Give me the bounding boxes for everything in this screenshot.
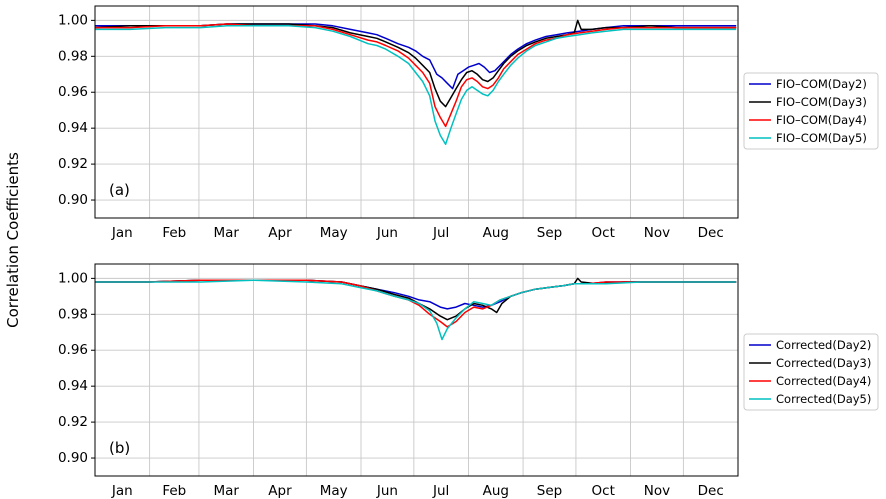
panel-label: (a) (109, 181, 130, 199)
series-line-day5 (95, 279, 737, 341)
y-tick-label: 0.96 (58, 84, 88, 100)
x-tick-label: Feb (162, 483, 186, 499)
legend-label: Corrected(Day4) (776, 374, 871, 388)
series-line-day3 (94, 19, 737, 108)
legend-label: FIO–COM(Day5) (776, 131, 867, 145)
legend-label: Corrected(Day5) (776, 392, 871, 406)
x-tick-label: Apr (268, 225, 292, 241)
series-line-day2 (95, 279, 737, 310)
x-tick-label: Jul (432, 225, 449, 241)
x-tick-label: Jan (111, 483, 133, 499)
x-tick-label: Mar (214, 225, 240, 241)
y-tick-label: 0.98 (58, 306, 88, 322)
legend-label: FIO–COM(Day3) (776, 95, 867, 109)
x-tick-label: Dec (698, 483, 724, 499)
figure: Correlation Coefficients 0.900.920.940.9… (4, 5, 879, 499)
y-tick-label: 0.98 (58, 48, 88, 64)
y-tick-label: 0.96 (58, 342, 88, 358)
y-tick-label: 0.90 (58, 450, 88, 466)
series-line-day4 (95, 23, 737, 128)
x-tick-label: Aug (483, 225, 509, 241)
y-tick-label: 0.94 (58, 378, 88, 394)
panel-b: 0.90 0.92 0.94 0.96 0.98 1.00 Jan Feb Mar Apr May J… (58, 263, 879, 499)
x-tick-label: May (320, 483, 348, 499)
x-tick-label: Jun (376, 483, 398, 499)
legend-label: FIO–COM(Day4) (776, 113, 867, 127)
x-tick-label: May (320, 225, 348, 241)
x-tick-label: Sep (537, 225, 562, 241)
series-line-day4 (95, 279, 737, 328)
x-tick-label: Dec (698, 225, 724, 241)
x-tick-label: Jun (376, 225, 398, 241)
y-tick-label: 0.94 (58, 120, 88, 136)
x-tick-label: Feb (162, 225, 186, 241)
panel-label: (b) (109, 439, 130, 457)
x-tick-label: Aug (483, 483, 509, 499)
legend-label: Corrected(Day2) (776, 338, 871, 352)
legend-label: Corrected(Day3) (776, 356, 871, 370)
y-tick-label: 1.00 (58, 12, 88, 28)
plot-frame (94, 263, 739, 477)
panel-a: 0.90 0.92 0.94 0.96 0.98 1.00 Jan Feb Mar Apr May J… (58, 5, 879, 241)
y-tick-label: 1.00 (58, 270, 88, 286)
y-axis-label: Correlation Coefficients (4, 152, 22, 328)
legend: Corrected(Day2) Corrected(Day3) Corrected(… (743, 333, 879, 411)
series-line-day5 (95, 25, 737, 146)
x-tick-label: Oct (592, 225, 615, 241)
y-tick-label: 0.90 (58, 192, 88, 208)
x-tick-label: Mar (214, 483, 240, 499)
x-tick-label: Nov (644, 225, 670, 241)
x-tick-label: Jul (432, 483, 449, 499)
x-tick-label: Nov (644, 483, 670, 499)
x-tick-label: Jan (111, 225, 133, 241)
legend-label: FIO–COM(Day2) (776, 77, 867, 91)
x-tick-label: Oct (592, 483, 615, 499)
legend: FIO–COM(Day2) FIO–COM(Day3) FIO–COM(Day4) F… (743, 72, 879, 150)
x-tick-label: Sep (537, 483, 562, 499)
x-tick-label: Apr (268, 483, 292, 499)
plot-frame (94, 5, 739, 219)
y-tick-label: 0.92 (58, 156, 88, 172)
y-tick-label: 0.92 (58, 414, 88, 430)
